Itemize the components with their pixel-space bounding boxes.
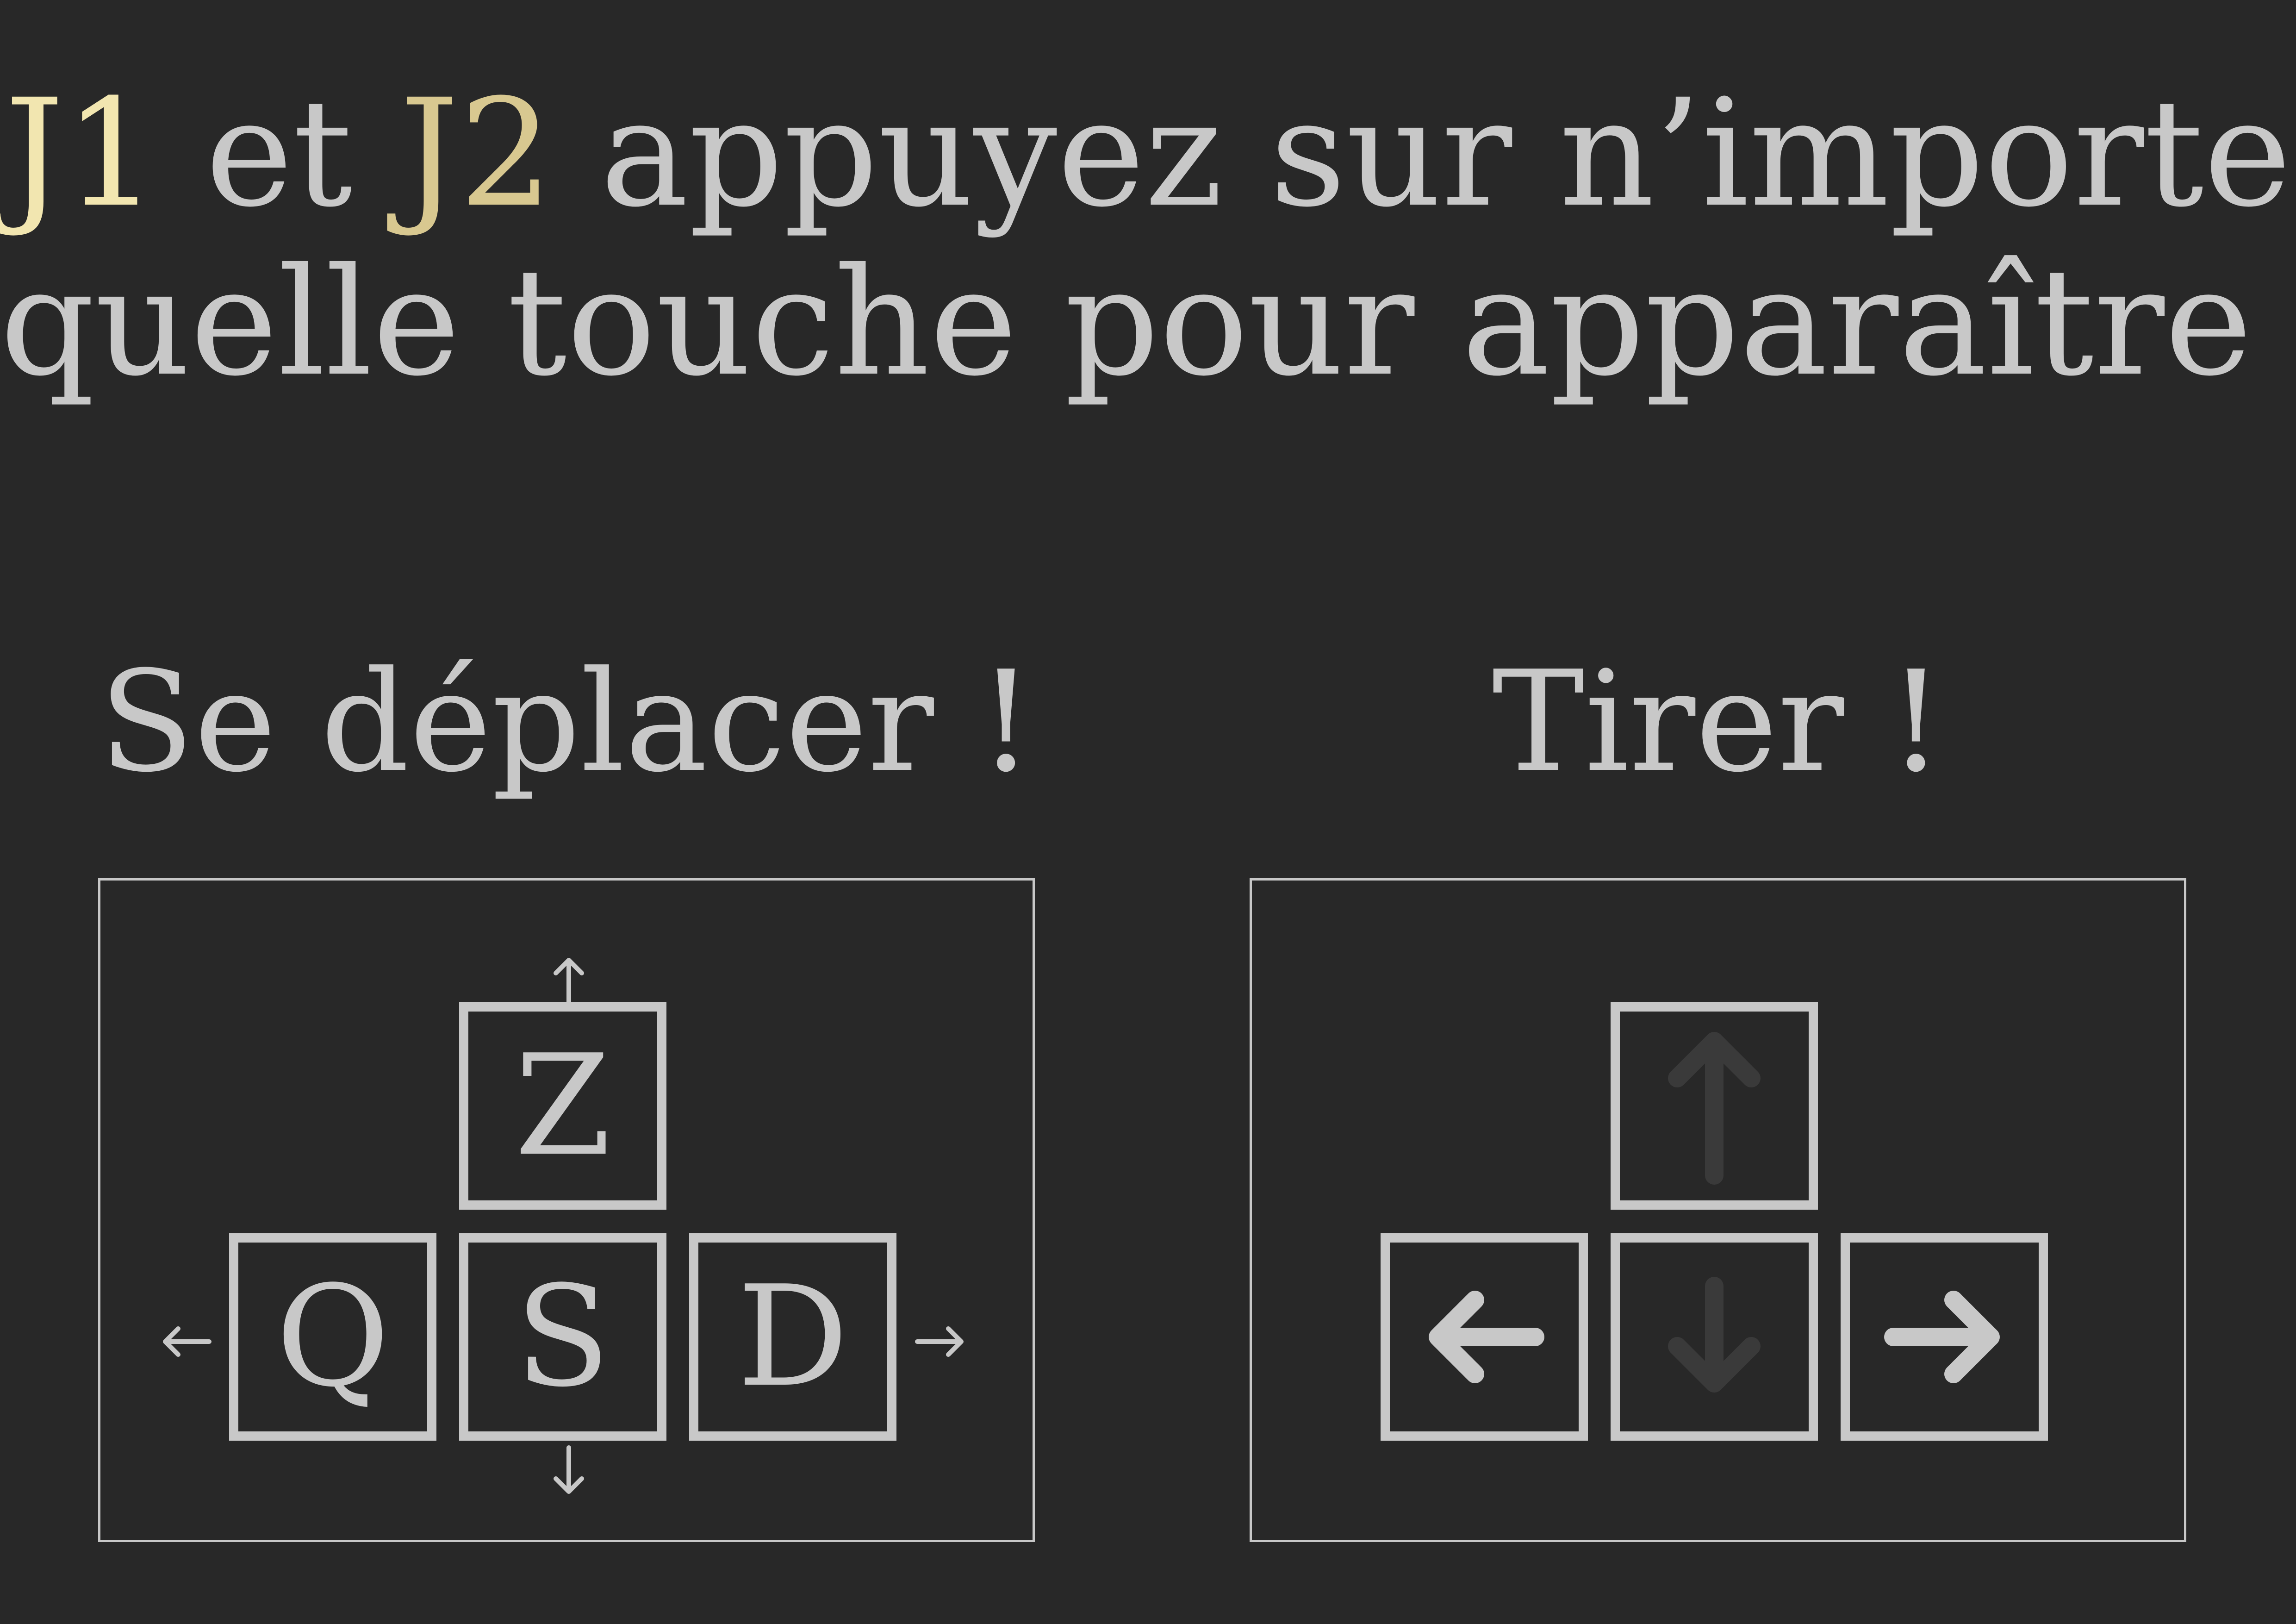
key-arrow-right	[1841, 1233, 2048, 1441]
title-line-1-rest: appuyez sur n’importe	[553, 68, 2291, 240]
shoot-controls-panel	[1250, 878, 2186, 1542]
arrow-up-icon	[1668, 1032, 1761, 1185]
key-arrow-down	[1611, 1233, 1818, 1441]
spawn-instructions-title: J1 et J2 appuyez sur n’importe quelle to…	[0, 69, 2296, 407]
key-q: Q	[229, 1233, 436, 1441]
key-q-label: Q	[276, 1256, 390, 1418]
arrow-right-icon	[1884, 1291, 2000, 1383]
arrow-right-icon	[915, 1326, 964, 1357]
title-connector: et	[158, 68, 400, 240]
shoot-section-label: Tirer !	[1492, 641, 1944, 803]
key-z-label: Z	[514, 1025, 611, 1187]
key-arrow-up	[1611, 1002, 1818, 1210]
move-section-label: Se déplacer !	[99, 641, 1034, 803]
key-d-label: D	[737, 1256, 849, 1418]
arrow-left-icon	[1429, 1291, 1544, 1383]
key-z: Z	[459, 1002, 666, 1210]
player-1-label: J1	[5, 68, 158, 240]
arrow-up-icon	[554, 958, 584, 1006]
key-s-label: S	[515, 1256, 610, 1418]
key-s: S	[459, 1233, 666, 1441]
key-d: D	[689, 1233, 896, 1441]
title-line-1: J1 et J2 appuyez sur n’importe	[0, 69, 2296, 238]
player-2-label: J2	[399, 68, 554, 240]
key-arrow-left	[1381, 1233, 1588, 1441]
move-controls-panel: Z Q S D	[98, 878, 1035, 1542]
arrow-left-icon	[163, 1326, 212, 1357]
arrow-down-icon	[554, 1445, 584, 1494]
arrow-down-icon	[1668, 1277, 1761, 1393]
title-line-2: quelle touche pour apparaître !	[0, 237, 2296, 409]
